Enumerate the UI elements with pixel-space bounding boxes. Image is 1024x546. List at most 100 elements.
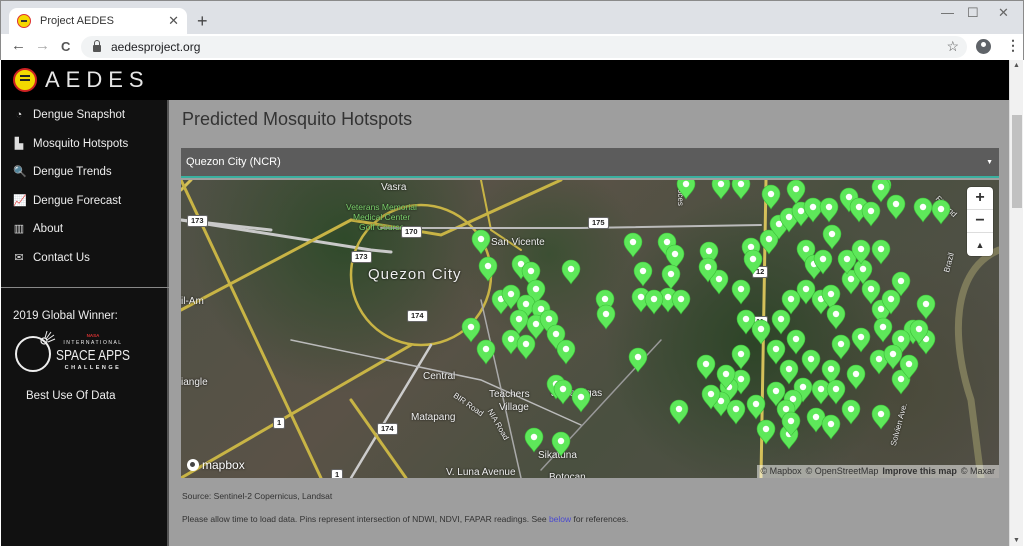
sidebar-item-about[interactable]: ▥ About (1, 215, 167, 244)
page: AEDES ◔ Dengue Snapshot ▙ Mosquito Hotspots… (1, 60, 1009, 546)
hotspot-pin-icon[interactable] (806, 407, 826, 433)
sidebar-item-dengue-forecast[interactable]: 📈 Dengue Forecast (1, 187, 167, 216)
hotspot-pin-icon[interactable] (628, 347, 648, 373)
sidebar-item-mosquito-hotspots[interactable]: ▙ Mosquito Hotspots (1, 130, 167, 159)
address-bar[interactable]: aedesproject.org ☆ (81, 36, 967, 58)
browser-menu-icon[interactable]: ⋮ (1006, 37, 1020, 54)
hotspot-pin-icon[interactable] (551, 431, 571, 457)
hotspot-pin-icon[interactable] (751, 319, 771, 345)
bookmark-star-icon[interactable]: ☆ (946, 38, 959, 55)
hotspot-pin-icon[interactable] (883, 344, 903, 370)
hotspot-pin-icon[interactable] (524, 427, 544, 453)
hotspot-pin-icon[interactable] (831, 334, 851, 360)
maximize-button[interactable]: ☐ (967, 5, 979, 21)
page-scrollbar[interactable]: ▲ ▼ (1009, 60, 1023, 546)
hotspot-pin-icon[interactable] (596, 304, 616, 330)
attribution-osm-link[interactable]: © OpenStreetMap (806, 466, 879, 477)
close-window-button[interactable]: ✕ (998, 5, 1009, 21)
improve-map-link[interactable]: Improve this map (882, 466, 957, 477)
hotspot-pin-icon[interactable] (516, 334, 536, 360)
attribution-mapbox-link[interactable]: © Mapbox (761, 466, 802, 477)
minimize-button[interactable]: — (941, 5, 954, 20)
map-zoom-controls: + − ▲ (967, 187, 993, 256)
hotspot-pin-icon[interactable] (871, 180, 891, 203)
hotspot-pin-icon[interactable] (821, 414, 841, 440)
hotspot-map[interactable]: Vasra Veterans Memorial Medical Center Golf… (181, 180, 999, 478)
hotspot-pin-icon[interactable] (819, 197, 839, 223)
hotspot-pin-icon[interactable] (822, 224, 842, 250)
hotspot-pin-icon[interactable] (771, 309, 791, 335)
profile-avatar-icon[interactable] (976, 39, 991, 54)
hotspot-pin-icon[interactable] (786, 329, 806, 355)
sidebar-item-contact-us[interactable]: ✉ Contact Us (1, 244, 167, 273)
hotspot-pin-icon[interactable] (478, 256, 498, 282)
hotspot-pin-icon[interactable] (826, 304, 846, 330)
hotspot-pin-icon[interactable] (851, 327, 871, 353)
mapbox-logo[interactable]: mapbox (187, 458, 245, 472)
hotspot-pin-icon[interactable] (726, 399, 746, 425)
hotspot-pin-icon[interactable] (873, 317, 893, 343)
tab-close-icon[interactable]: ✕ (168, 13, 179, 29)
hotspot-pin-icon[interactable] (861, 201, 881, 227)
browser-tab[interactable]: Project AEDES ✕ (9, 8, 187, 34)
back-button[interactable]: ← (11, 37, 26, 54)
hotspot-pin-icon[interactable] (633, 261, 653, 287)
hotspot-pin-icon[interactable] (623, 232, 643, 258)
hotspot-pin-icon[interactable] (761, 184, 781, 210)
hotspot-pin-icon[interactable] (553, 379, 573, 405)
hotspot-pin-icon[interactable] (871, 404, 891, 430)
hotspot-pin-icon[interactable] (756, 419, 776, 445)
brand-name[interactable]: AEDES (45, 67, 150, 93)
hotspot-pin-icon[interactable] (743, 249, 763, 275)
hotspot-pin-icon[interactable] (571, 387, 591, 413)
hotspot-pin-icon[interactable] (711, 180, 731, 200)
zoom-in-button[interactable]: + (967, 187, 993, 210)
hotspot-pin-icon[interactable] (931, 199, 951, 225)
url-text[interactable]: aedesproject.org (111, 40, 200, 54)
forward-button[interactable]: → (35, 37, 50, 54)
references-link[interactable]: below (549, 514, 571, 524)
hotspot-pin-icon[interactable] (731, 344, 751, 370)
hotspot-pin-icon[interactable] (461, 317, 481, 343)
hotspot-pin-icon[interactable] (861, 279, 881, 305)
zoom-out-button[interactable]: − (967, 210, 993, 233)
region-select[interactable]: Quezon City (NCR) ▼ (181, 148, 999, 178)
hotspot-pin-icon[interactable] (766, 339, 786, 365)
hotspot-pin-icon[interactable] (779, 359, 799, 385)
hotspot-pin-icon[interactable] (556, 339, 576, 365)
scroll-up-arrow-icon[interactable]: ▲ (1013, 62, 1020, 69)
hotspot-pin-icon[interactable] (746, 394, 766, 420)
hotspot-pin-icon[interactable] (644, 289, 664, 315)
hotspot-pin-icon[interactable] (471, 229, 491, 255)
hotspot-pin-icon[interactable] (846, 364, 866, 390)
hotspot-pin-icon[interactable] (661, 264, 681, 290)
hotspot-pin-icon[interactable] (913, 197, 933, 223)
aedes-favicon-icon (17, 14, 31, 28)
hotspot-pin-icon[interactable] (826, 379, 846, 405)
hotspot-pin-icon[interactable] (731, 279, 751, 305)
hotspot-pin-icon[interactable] (781, 289, 801, 315)
sidebar-item-dengue-snapshot[interactable]: ◔ Dengue Snapshot (1, 101, 167, 130)
reload-button[interactable]: C (61, 39, 70, 54)
aedes-logo-icon[interactable] (13, 68, 37, 92)
hotspot-pin-icon[interactable] (841, 399, 861, 425)
hotspot-pin-icon[interactable] (669, 399, 689, 425)
hotspot-pin-icon[interactable] (671, 289, 691, 315)
scroll-down-arrow-icon[interactable]: ▼ (1013, 537, 1020, 544)
hotspot-pin-icon[interactable] (916, 294, 936, 320)
new-tab-button[interactable]: + (197, 11, 208, 32)
sidebar-item-dengue-trends[interactable]: 🔍 Dengue Trends (1, 158, 167, 187)
hotspot-pin-icon[interactable] (561, 259, 581, 285)
hotspot-pin-icon[interactable] (801, 349, 821, 375)
hotspot-pin-icon[interactable] (696, 354, 716, 380)
hotspot-pin-icon[interactable] (676, 180, 696, 200)
attribution-maxar-link[interactable]: © Maxar (961, 466, 995, 477)
hotspot-pin-icon[interactable] (786, 180, 806, 205)
hotspot-pin-icon[interactable] (886, 194, 906, 220)
scrollbar-thumb[interactable] (1012, 115, 1022, 208)
hotspot-pin-icon[interactable] (731, 180, 751, 200)
compass-button[interactable]: ▲ (967, 233, 993, 256)
hotspot-pin-icon[interactable] (811, 379, 831, 405)
hotspot-pin-icon[interactable] (871, 239, 891, 265)
hotspot-pin-icon[interactable] (476, 339, 496, 365)
